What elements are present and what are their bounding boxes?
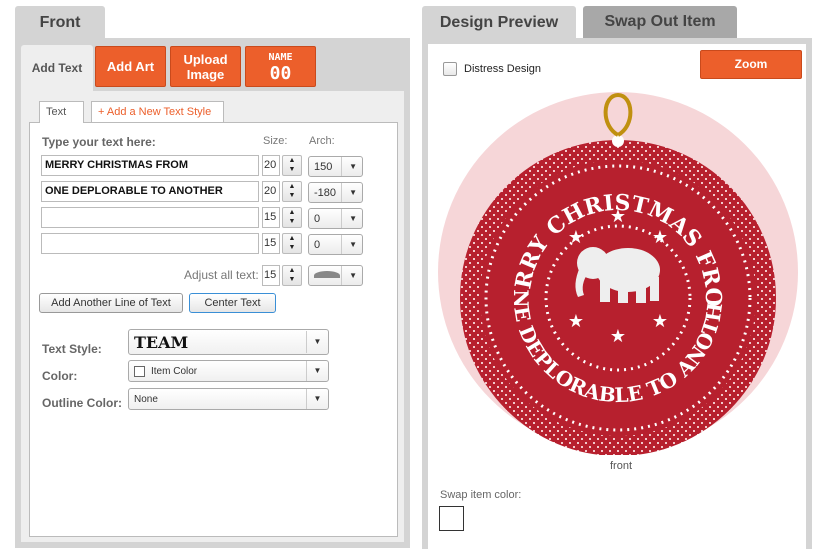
- arch-select[interactable]: 0 ▼: [308, 208, 363, 229]
- swap-color-swatch[interactable]: [439, 506, 464, 531]
- size-stepper[interactable]: ▲ ▼: [282, 233, 302, 254]
- side-label: front: [610, 460, 633, 472]
- size-label: Size:: [263, 135, 288, 147]
- size-input[interactable]: 15: [262, 207, 280, 228]
- outline-color-label: Outline Color:: [42, 396, 122, 410]
- color-swatch-icon: [134, 365, 145, 377]
- chevron-down-icon: ▼: [341, 235, 357, 254]
- color-select[interactable]: Item Color ▼: [128, 360, 329, 382]
- adjust-all-label: Adjust all text:: [184, 268, 259, 282]
- svg-text:★: ★: [652, 311, 668, 331]
- add-art-button[interactable]: Add Art: [95, 46, 166, 87]
- arch-value: -180: [314, 186, 337, 199]
- outline-value: None: [134, 393, 158, 405]
- size-stepper[interactable]: ▲ ▼: [282, 181, 302, 202]
- outline-color-select[interactable]: None ▼: [128, 388, 329, 410]
- svg-text:★: ★: [568, 311, 584, 331]
- arch-value: 0: [314, 212, 321, 225]
- size-stepper[interactable]: ▲ ▼: [282, 207, 302, 228]
- text-style-select[interactable]: TEAM ▼: [128, 329, 329, 355]
- distress-label: Distress Design: [464, 63, 542, 75]
- subtab-text[interactable]: Text: [39, 101, 84, 123]
- arch-select[interactable]: 150 ▼: [308, 156, 363, 177]
- arch-select[interactable]: -180 ▼: [308, 182, 363, 203]
- text-style-label: Text Style:: [42, 342, 102, 356]
- center-text-button[interactable]: Center Text: [189, 293, 276, 313]
- zoom-label: Zoom: [734, 57, 768, 71]
- tab-design-preview[interactable]: Design Preview: [422, 6, 576, 40]
- svg-text:★: ★: [568, 227, 584, 247]
- chevron-down-icon: ▼: [341, 183, 357, 202]
- text-line-input[interactable]: [41, 207, 259, 228]
- upload-label-1: Upload: [183, 51, 228, 67]
- arch-value: 0: [314, 238, 321, 251]
- swap-color-label: Swap item color:: [440, 489, 522, 501]
- chevron-down-icon: ▼: [306, 389, 328, 409]
- chevron-down-icon: ▼: [341, 209, 357, 228]
- tab-front[interactable]: Front: [15, 6, 105, 40]
- size-input[interactable]: 15: [262, 233, 280, 254]
- zoom-button[interactable]: Zoom: [700, 50, 802, 79]
- text-line-input[interactable]: ONE DEPLORABLE TO ANOTHER: [41, 181, 259, 202]
- text-line-input[interactable]: [41, 233, 259, 254]
- adjust-arch-select[interactable]: ▼: [308, 265, 363, 286]
- size-input[interactable]: 20: [262, 181, 280, 202]
- svg-text:★: ★: [610, 206, 626, 226]
- arch-shape-icon: [314, 271, 340, 280]
- ornament-preview: MERRY CHRISTMAS FROM ONE DEPLORABLE TO A…: [428, 85, 798, 455]
- color-label: Color:: [42, 369, 78, 383]
- chevron-down-icon: ▼: [306, 361, 328, 381]
- text-style-value: TEAM: [134, 332, 189, 352]
- adjust-size-input[interactable]: 15: [262, 265, 280, 286]
- distress-checkbox[interactable]: [443, 62, 457, 76]
- upload-image-button[interactable]: Upload Image: [170, 46, 241, 87]
- chevron-down-icon: ▼: [341, 157, 357, 176]
- svg-text:★: ★: [652, 227, 668, 247]
- name-number-button[interactable]: NAME 00: [245, 46, 316, 87]
- arch-select[interactable]: 0 ▼: [308, 234, 363, 255]
- tab-add-text[interactable]: Add Text: [21, 45, 93, 92]
- add-art-label: Add Art: [106, 59, 155, 74]
- type-text-label: Type your text here:: [42, 135, 156, 149]
- chevron-down-icon: ▼: [306, 331, 328, 353]
- upload-label-2: Image: [186, 66, 225, 82]
- color-value: Item Color: [151, 365, 198, 377]
- chevron-down-icon: ▼: [341, 266, 357, 285]
- tab-swap-out-item[interactable]: Swap Out Item: [583, 6, 737, 38]
- adjust-size-stepper[interactable]: ▲ ▼: [282, 265, 302, 286]
- add-line-button[interactable]: Add Another Line of Text: [39, 293, 183, 313]
- arch-value: 150: [314, 160, 333, 173]
- size-input[interactable]: 20: [262, 155, 280, 176]
- size-stepper[interactable]: ▲ ▼: [282, 155, 302, 176]
- svg-text:★: ★: [610, 326, 626, 346]
- number-label: 00: [269, 63, 292, 84]
- subtab-add-style[interactable]: + Add a New Text Style: [91, 101, 224, 123]
- text-line-input[interactable]: MERRY CHRISTMAS FROM: [41, 155, 259, 176]
- arch-label: Arch:: [309, 135, 335, 147]
